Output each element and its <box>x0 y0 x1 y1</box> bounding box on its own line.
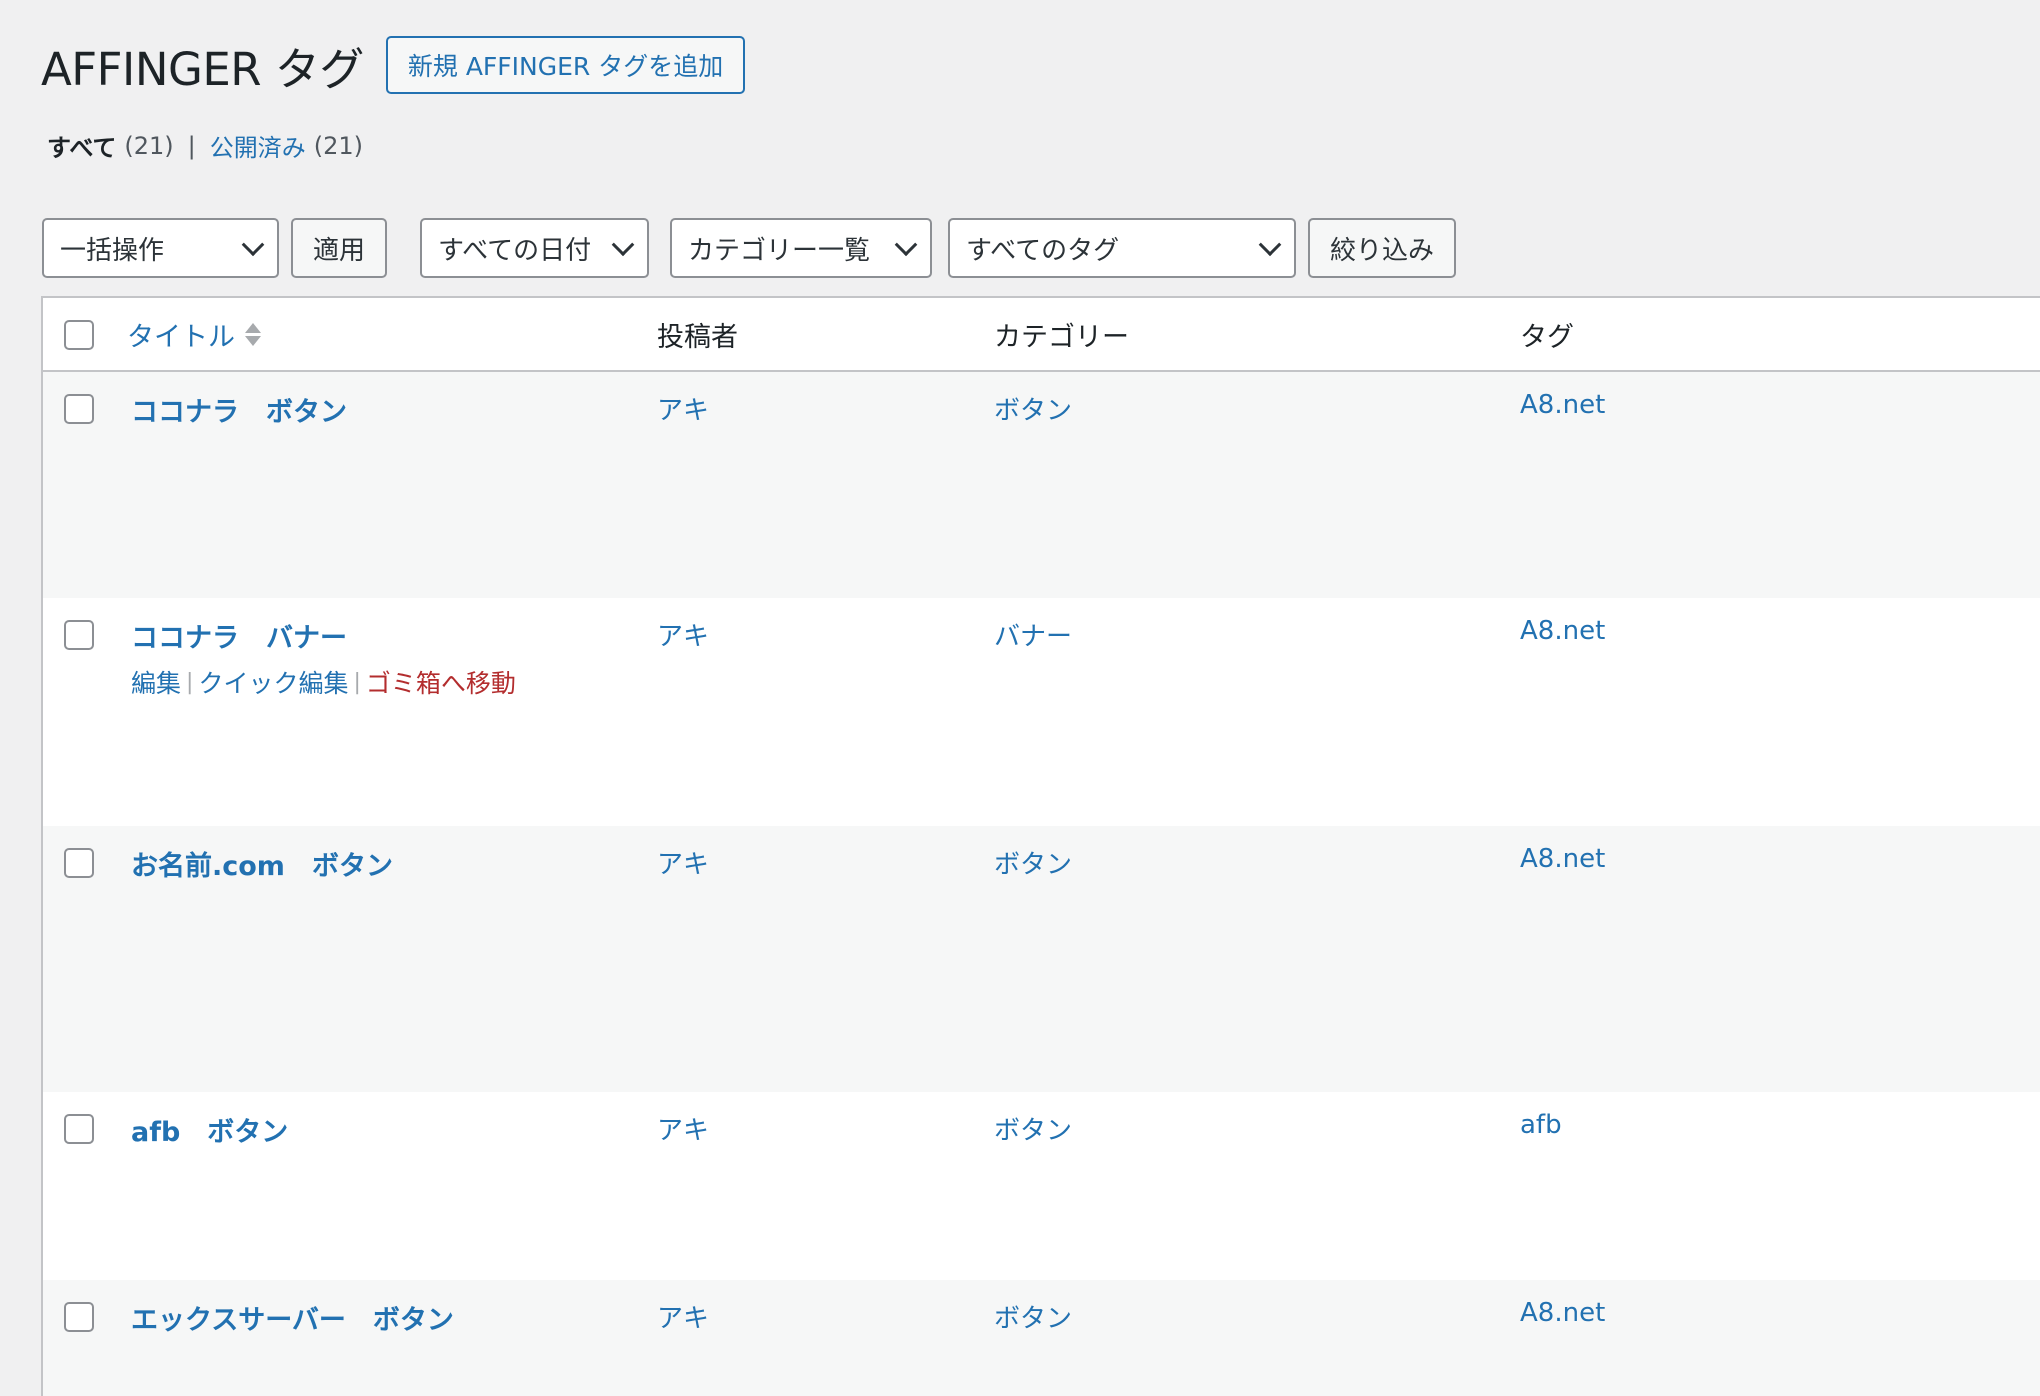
row-action-separator: | <box>353 669 361 695</box>
table-row: お名前.com ボタン アキ ボタン A8.net <box>43 826 2040 1092</box>
column-title-header[interactable]: タイトル <box>127 298 261 370</box>
table-header: タイトル 投稿者 カテゴリー タグ <box>43 298 2040 372</box>
quick-edit-link[interactable]: クイック編集 <box>198 664 348 700</box>
row-tag-link[interactable]: A8.net <box>1520 616 1605 646</box>
row-author-link[interactable]: アキ <box>657 1304 709 1334</box>
row-author-link[interactable]: アキ <box>657 1116 709 1146</box>
sort-icon <box>245 322 261 346</box>
column-tag-header: タグ <box>1520 321 1574 353</box>
date-filter-value: すべての日付 <box>438 235 592 266</box>
row-author-link[interactable]: アキ <box>657 850 709 880</box>
row-checkbox[interactable] <box>64 1114 94 1144</box>
bulk-action-select[interactable]: 一括操作 <box>42 218 279 278</box>
row-actions: 編集 | クイック編集 | ゴミ箱へ移動 <box>131 664 516 700</box>
view-separator: | <box>187 131 196 160</box>
row-title-link[interactable]: ココナラ バナー <box>131 623 347 654</box>
row-category-link[interactable]: ボタン <box>994 1304 1072 1334</box>
row-title-link[interactable]: お名前.com ボタン <box>131 851 393 882</box>
row-checkbox[interactable] <box>64 1302 94 1332</box>
view-all-label[interactable]: すべて <box>47 128 116 163</box>
row-checkbox[interactable] <box>64 848 94 878</box>
row-tag-link[interactable]: A8.net <box>1520 844 1605 874</box>
row-title-link[interactable]: afb ボタン <box>131 1117 288 1148</box>
status-views: すべて (21) | 公開済み (21) <box>47 128 363 163</box>
table-row: afb ボタン アキ ボタン afb <box>43 1092 2040 1280</box>
date-filter-select[interactable]: すべての日付 <box>420 218 649 278</box>
edit-link[interactable]: 編集 <box>131 664 181 700</box>
filter-button[interactable]: 絞り込み <box>1308 218 1456 278</box>
row-checkbox[interactable] <box>64 394 94 424</box>
row-action-separator: | <box>186 669 194 695</box>
row-tag-link[interactable]: A8.net <box>1520 1298 1605 1328</box>
row-category-link[interactable]: ボタン <box>994 1116 1072 1146</box>
table-row: エックスサーバー ボタン アキ ボタン A8.net <box>43 1280 2040 1396</box>
row-checkbox[interactable] <box>64 620 94 650</box>
row-category-link[interactable]: ボタン <box>994 396 1072 426</box>
row-author-link[interactable]: アキ <box>657 396 709 426</box>
chevron-down-icon <box>894 233 918 257</box>
chevron-down-icon <box>611 233 635 257</box>
row-tag-link[interactable]: afb <box>1520 1110 1562 1140</box>
column-title-label: タイトル <box>127 321 235 353</box>
chevron-down-icon <box>1258 233 1282 257</box>
trash-link[interactable]: ゴミ箱へ移動 <box>366 664 516 700</box>
view-all-count: (21) <box>124 131 174 160</box>
row-tag-link[interactable]: A8.net <box>1520 390 1605 420</box>
category-filter-select[interactable]: カテゴリー一覧 <box>670 218 932 278</box>
category-filter-value: カテゴリー一覧 <box>688 235 871 266</box>
tag-filter-select[interactable]: すべてのタグ <box>948 218 1296 278</box>
row-category-link[interactable]: ボタン <box>994 850 1072 880</box>
column-author-header: 投稿者 <box>657 321 738 353</box>
chevron-down-icon <box>241 233 265 257</box>
row-category-link[interactable]: バナー <box>994 622 1072 652</box>
column-category-header: カテゴリー <box>994 321 1129 353</box>
row-title-link[interactable]: エックスサーバー ボタン <box>131 1305 454 1336</box>
view-published-count: (21) <box>313 131 363 160</box>
table-row: ココナラ ボタン アキ ボタン A8.net <box>43 372 2040 598</box>
posts-table: タイトル 投稿者 カテゴリー タグ ココナラ ボタン アキ ボタン A8.net… <box>41 296 2040 1396</box>
table-row: ココナラ バナー 編集 | クイック編集 | ゴミ箱へ移動 アキ バナー A8.… <box>43 598 2040 826</box>
row-title-link[interactable]: ココナラ ボタン <box>131 397 347 428</box>
add-new-tag-button[interactable]: 新規 AFFINGER タグを追加 <box>385 36 746 94</box>
apply-button[interactable]: 適用 <box>291 218 387 278</box>
bulk-action-value: 一括操作 <box>60 235 165 266</box>
select-all-checkbox[interactable] <box>64 320 94 350</box>
page-heading: AFFINGER タグ 新規 AFFINGER タグを追加 <box>41 34 746 96</box>
row-author-link[interactable]: アキ <box>657 622 709 652</box>
page-title: AFFINGER タグ <box>41 42 364 96</box>
tag-filter-value: すべてのタグ <box>966 235 1120 266</box>
page: AFFINGER タグ 新規 AFFINGER タグを追加 すべて (21) |… <box>0 0 2040 1396</box>
view-published-link[interactable]: 公開済み <box>210 128 306 163</box>
